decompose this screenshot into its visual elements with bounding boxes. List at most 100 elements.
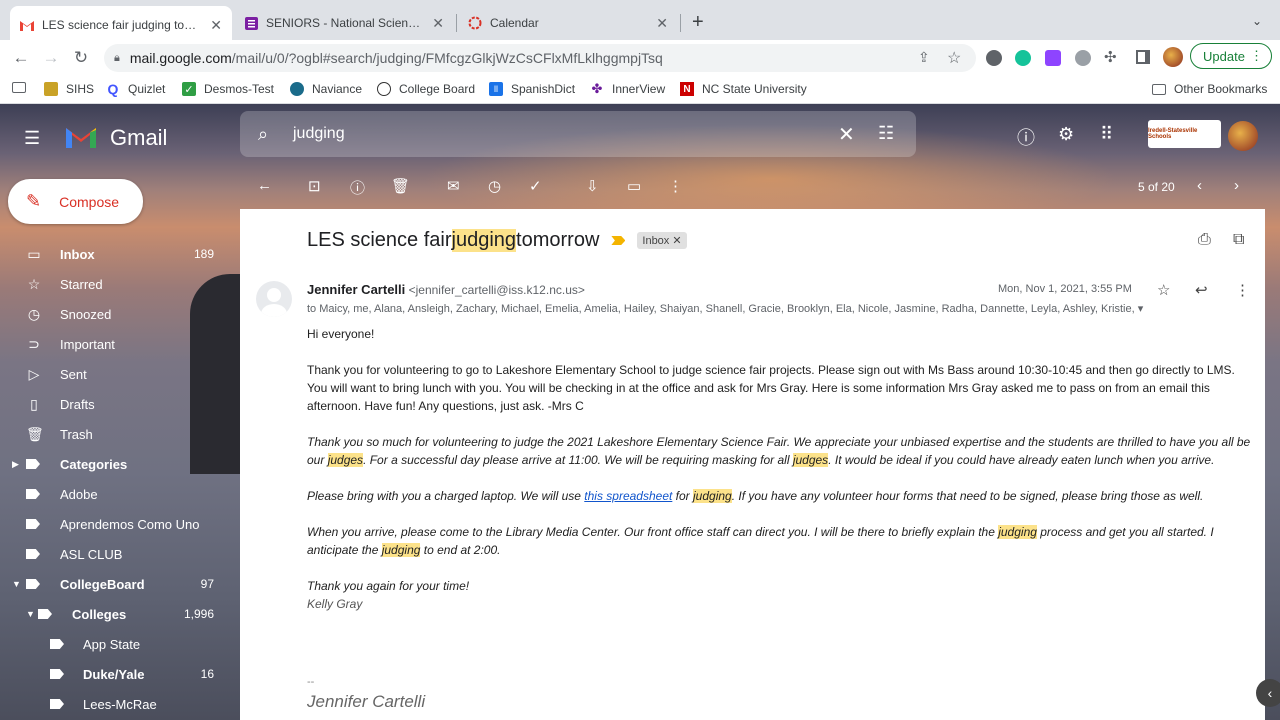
back-to-search-icon[interactable]: ← [257,177,272,194]
star-icon[interactable]: ☆ [1157,281,1170,299]
side-panel-toggle-chevron-icon[interactable]: ‹ [1256,679,1280,707]
sidebar-item-adobe[interactable]: Adobe [0,479,240,509]
close-icon[interactable]: ✕ [656,15,668,32]
compose-button[interactable]: ✎ Compose [8,179,143,224]
expand-caret-icon[interactable]: ▶ [12,459,19,470]
reload-icon[interactable]: ↻ [66,48,96,68]
sidebar-item-categories[interactable]: ▶ Categories [0,449,240,479]
older-chevron-icon[interactable]: › [1234,177,1239,194]
snooze-icon[interactable]: ◷ [488,177,501,195]
mark-unread-icon[interactable]: ✉︎ [447,177,460,195]
account-avatar[interactable] [1228,121,1258,151]
main-menu-icon[interactable]: ☰ [24,128,40,149]
profile-avatar[interactable] [1163,47,1183,67]
other-bookmarks[interactable]: Other Bookmarks [1152,82,1267,96]
sidebar-item-inbox[interactable]: ▭ Inbox 189 [0,239,240,269]
sidebar-item-snoozed[interactable]: ◷ Snoozed [0,299,240,329]
close-icon[interactable]: ✕ [210,17,222,34]
sidebar-item-lees-mcrae[interactable]: Lees-McRae [0,689,240,719]
tab-strip: LES science fair judging tomorr ✕ SENIOR… [0,0,1280,44]
reply-icon[interactable]: ↩ [1195,281,1208,299]
inbox-label-chip[interactable]: Inbox ✕ [637,232,687,249]
show-details-caret-icon[interactable]: ▾ [1138,303,1144,315]
bookmark-ncstate[interactable]: N NC State University [680,82,807,96]
close-icon[interactable]: ✕ [432,15,444,32]
add-to-tasks-icon[interactable]: ✓ [529,177,542,195]
bookmark-star-icon[interactable]: ☆ [947,48,961,68]
back-arrow-icon[interactable]: ← [6,48,36,68]
newer-chevron-icon[interactable]: ‹ [1197,177,1202,194]
help-icon[interactable]: ⓘ [1017,124,1035,150]
spreadsheet-link[interactable]: this spreadsheet [584,489,672,503]
label-icon [26,489,40,499]
sender-avatar[interactable] [256,281,292,317]
url-text: mail.google.com/mail/u/0/?ogbl#search/ju… [129,50,663,66]
sidebar-item-asl-club[interactable]: ASL CLUB [0,539,240,569]
sidebar-item-collegeboard[interactable]: ▼ CollegeBoard 97 [0,569,240,599]
report-spam-icon[interactable]: ⓘ [350,177,365,198]
more-vert-icon[interactable]: ⋮ [668,177,683,195]
label-icon [50,669,64,679]
remove-label-icon[interactable]: ✕ [672,234,681,247]
bookmark-spanishdict[interactable]: ll SpanishDict [489,82,575,96]
extension-icon[interactable] [986,50,1002,66]
sidebar-item-duke-yale[interactable]: Duke/Yale 16 [0,659,240,689]
label-icon [26,579,40,589]
gmail-logo-icon[interactable] [64,124,98,153]
sidebar-item-starred[interactable]: ☆ Starred [0,269,240,299]
collapse-caret-icon[interactable]: ▼ [12,579,21,589]
sidebar-item-sent[interactable]: ▷ Sent [0,359,240,389]
extension-icon[interactable] [1075,50,1091,66]
bookmark-collegeboard[interactable]: College Board [377,82,475,96]
sidebar-item-app-state[interactable]: App State [0,629,240,659]
new-tab-icon[interactable]: + [692,11,704,34]
bookmark-sihs[interactable]: SIHS [44,82,94,96]
bookmark-desmos[interactable]: ✓ Desmos-Test [182,82,274,96]
apps-folder-icon[interactable] [12,82,34,93]
sidebar-item-colleges[interactable]: ▼ Colleges 1,996 [0,599,240,629]
inbox-icon: ▭ [27,245,41,262]
clear-search-icon[interactable]: ✕ [838,122,855,147]
update-button[interactable]: Update ⋮ [1190,43,1272,69]
mail-search-bar[interactable]: ⌕ judging ✕ ☷ [240,111,916,157]
label-icon [50,699,64,709]
important-marker-icon[interactable] [611,236,626,245]
sender-name: Jennifer Cartelli [307,282,406,297]
move-to-icon[interactable]: ⇩ [586,177,599,195]
more-vert-icon[interactable]: ⋮ [1235,281,1250,299]
side-panel-icon[interactable] [1136,50,1150,64]
bookmark-naviance[interactable]: Naviance [290,82,362,96]
apps-grid-icon[interactable]: ⠿ [1100,124,1113,145]
sidebar-item-aprendemos[interactable]: Aprendemos Como Uno [0,509,240,539]
bookmark-innerview[interactable]: ✤ InnerView [590,81,666,96]
puzzle-icon[interactable]: ✣ [1104,48,1117,66]
settings-gear-icon[interactable]: ⚙ [1058,124,1074,145]
message-body: Hi everyone! Thank you for volunteering … [307,325,1257,631]
quoted-paragraph: Thank you so much for volunteering to ju… [307,435,1251,467]
tab-gmail[interactable]: LES science fair judging tomorr ✕ [10,6,232,44]
print-icon[interactable]: ⎙ [1198,231,1211,249]
archive-icon[interactable]: ⊡ [308,177,321,195]
folder-icon [1152,83,1166,95]
open-new-window-icon[interactable]: ⧉ [1233,231,1244,249]
quoted-paragraph: Please bring with you a charged laptop. … [307,489,1204,503]
sidebar-item-drafts[interactable]: ▯ Drafts [0,389,240,419]
label-as-icon[interactable]: ▭ [627,177,641,195]
tab-seniors[interactable]: SENIORS - National Science Ho ✕ [234,8,454,38]
forward-arrow-icon[interactable]: → [36,48,66,68]
grammarly-icon[interactable] [1015,50,1031,66]
bookmark-quizlet[interactable]: Q Quizlet [106,81,166,97]
tab-search-chevron-icon[interactable]: ⌄ [1252,14,1262,28]
sidebar-item-trash[interactable]: 🗑︎ Trash [0,419,240,449]
organization-logo: Iredell-Statesville Schools [1148,120,1221,148]
search-options-icon[interactable]: ☷ [878,123,894,144]
share-icon[interactable]: ⇪ [918,49,930,66]
extension-icon[interactable] [1045,50,1061,66]
search-icon[interactable]: ⌕ [258,124,268,145]
sidebar-item-important[interactable]: ⊃ Important [0,329,240,359]
tab-calendar[interactable]: Calendar ✕ [458,8,678,38]
collapse-caret-icon[interactable]: ▼ [26,609,35,619]
search-input[interactable]: judging [293,125,345,143]
address-bar[interactable]: 🔒︎ mail.google.com/mail/u/0/?ogbl#search… [104,44,976,72]
delete-icon[interactable]: 🗑︎ [391,177,410,195]
